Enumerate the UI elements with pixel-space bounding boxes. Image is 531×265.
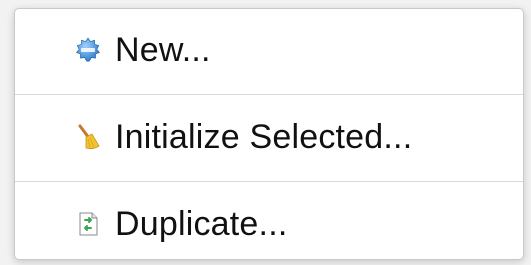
menu-item-label: New... [115, 30, 211, 69]
menu-item-label: Duplicate... [115, 204, 288, 243]
menu-item-duplicate[interactable]: Duplicate... [15, 183, 523, 265]
new-badge-icon [75, 37, 101, 63]
duplicate-document-icon [75, 211, 101, 237]
menu-item-label: Initialize Selected... [115, 117, 413, 156]
menu-separator [15, 94, 523, 95]
menu-item-initialize-selected[interactable]: Initialize Selected... [15, 96, 523, 178]
context-menu: New... Initialize Selected... Duplicate.… [14, 8, 524, 260]
menu-item-new[interactable]: New... [15, 9, 523, 91]
menu-separator [15, 181, 523, 182]
broom-icon [75, 124, 101, 150]
